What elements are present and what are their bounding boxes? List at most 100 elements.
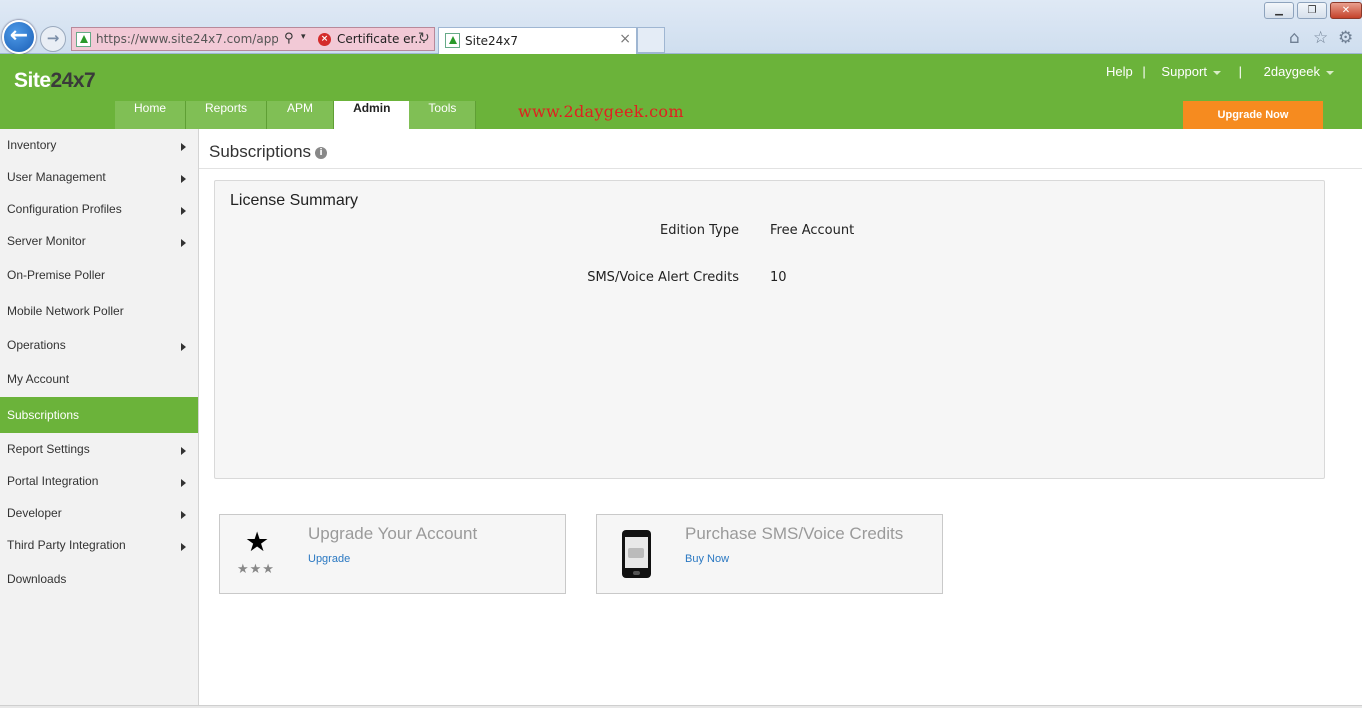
sidebar-item-my-account[interactable]: My Account [0, 372, 198, 386]
sidebar-item-label: Downloads [7, 572, 67, 586]
help-link[interactable]: Help [1106, 64, 1133, 79]
sidebar-item-label: My Account [7, 372, 70, 386]
chevron-right-icon [181, 343, 186, 351]
chevron-right-icon [181, 239, 186, 247]
page-title: Subscriptions i [209, 142, 328, 162]
sidebar-item-downloads[interactable]: Downloads [0, 572, 198, 586]
upgrade-account-card: ★ ★★★ Upgrade Your Account Upgrade [219, 514, 566, 594]
tab-title: Site24x7 [465, 34, 519, 48]
sidebar-item-user-management[interactable]: User Management [0, 170, 198, 184]
sidebar-item-label: Developer [7, 506, 62, 520]
minimize-button[interactable]: ▁ [1264, 2, 1294, 19]
upgrade-account-title: Upgrade Your Account [308, 524, 478, 543]
sidebar-item-label: Operations [7, 338, 66, 352]
logo-number: 24x7 [50, 69, 96, 92]
upgrade-link[interactable]: Upgrade [308, 553, 350, 565]
sidebar: Inventory User Management Configuration … [0, 129, 199, 705]
upgrade-now-button[interactable]: Upgrade Now [1183, 101, 1323, 129]
tab-admin[interactable]: Admin [334, 101, 410, 129]
license-summary-panel: License Summary Edition Type Free Accoun… [214, 180, 1325, 479]
tab-home[interactable]: Home [115, 101, 187, 129]
buy-now-link[interactable]: Buy Now [685, 553, 729, 565]
chevron-right-icon [181, 207, 186, 215]
sidebar-item-third-party-integration[interactable]: Third Party Integration [0, 538, 198, 552]
chevron-down-icon [1212, 70, 1221, 75]
tab-close-icon[interactable]: × [619, 31, 631, 47]
browser-tab[interactable]: Site24x7 × [438, 27, 637, 54]
tools-gear-icon[interactable]: ⚙ [1338, 28, 1353, 48]
back-button[interactable]: ← [2, 20, 36, 54]
sms-credits-label: SMS/Voice Alert Credits [587, 270, 739, 285]
sidebar-item-label: On-Premise Poller [7, 268, 106, 282]
star-icon: ★ [245, 527, 270, 558]
separator: | [1142, 64, 1146, 79]
support-label: Support [1161, 64, 1207, 79]
support-menu[interactable]: Support [1155, 64, 1221, 79]
certificate-error-icon: × [318, 33, 331, 46]
edition-type-label: Edition Type [660, 223, 739, 238]
sidebar-item-label: Subscriptions [7, 408, 80, 422]
chevron-right-icon [181, 479, 186, 487]
purchase-credits-title: Purchase SMS/Voice Credits [685, 524, 904, 543]
sms-credits-value: 10 [770, 270, 787, 285]
home-icon[interactable]: ⌂ [1289, 28, 1300, 48]
user-name: 2daygeek [1263, 64, 1320, 79]
new-tab-button[interactable] [637, 27, 665, 53]
chevron-right-icon [181, 175, 186, 183]
search-icon[interactable]: ⚲ [284, 31, 294, 46]
license-summary-heading: License Summary [230, 192, 359, 209]
sidebar-item-label: Configuration Profiles [7, 202, 122, 216]
tab-reports[interactable]: Reports [186, 101, 268, 129]
sidebar-item-subscriptions[interactable]: Subscriptions [0, 397, 198, 433]
sidebar-item-mobile-network-poller[interactable]: Mobile Network Poller [0, 304, 198, 318]
browser-chrome: ← → https://www.site24x7.com/app/ad ⚲ ▾ … [0, 0, 1362, 54]
chevron-down-icon [1326, 70, 1334, 75]
app-header: Site24x7 Help | Support | 2daygeek Home … [0, 54, 1362, 129]
sidebar-item-label: Mobile Network Poller [7, 304, 124, 318]
sidebar-item-operations[interactable]: Operations [0, 338, 198, 352]
sidebar-item-label: Inventory [7, 138, 57, 152]
favorites-icon[interactable]: ☆ [1313, 28, 1328, 48]
sidebar-item-inventory[interactable]: Inventory [0, 138, 198, 152]
separator: | [1238, 64, 1242, 79]
page-title-text: Subscriptions [209, 142, 312, 161]
tab-tools[interactable]: Tools [409, 101, 477, 129]
site24x7-logo[interactable]: Site24x7 [14, 69, 96, 93]
sidebar-item-developer[interactable]: Developer [0, 506, 198, 520]
site-favicon-icon [76, 32, 91, 47]
phone-icon [622, 530, 651, 578]
sidebar-item-label: Report Settings [7, 442, 90, 456]
sidebar-item-label: Portal Integration [7, 474, 99, 488]
tab-apm[interactable]: APM [267, 101, 335, 129]
tab-favicon-icon [445, 33, 460, 48]
top-links: Help | Support | 2daygeek [1100, 64, 1334, 79]
restore-button[interactable]: ❐ [1297, 2, 1327, 19]
sidebar-item-configuration-profiles[interactable]: Configuration Profiles [0, 202, 198, 216]
info-icon[interactable]: i [315, 146, 328, 159]
sidebar-item-on-premise-poller[interactable]: On-Premise Poller [0, 268, 198, 282]
edition-type-value: Free Account [770, 223, 855, 238]
forward-button[interactable]: → [40, 26, 66, 52]
chevron-right-icon [181, 143, 186, 151]
logo-text: Site [14, 69, 51, 92]
chevron-right-icon [181, 511, 186, 519]
sidebar-item-label: User Management [7, 170, 106, 184]
address-bar[interactable]: https://www.site24x7.com/app/ad ⚲ ▾ × Ce… [71, 27, 435, 51]
divider [199, 168, 1362, 169]
window-close-button[interactable]: ✕ [1330, 2, 1362, 19]
url-text[interactable]: https://www.site24x7.com/app/ad [96, 32, 278, 46]
refresh-icon[interactable]: ↻ [418, 30, 430, 46]
purchase-credits-card: Purchase SMS/Voice Credits Buy Now [596, 514, 943, 594]
sidebar-item-label: Server Monitor [7, 234, 86, 248]
sidebar-item-portal-integration[interactable]: Portal Integration [0, 474, 198, 488]
watermark-text: www.2daygeek.com [518, 102, 684, 121]
chevron-right-icon [181, 447, 186, 455]
sidebar-item-label: Third Party Integration [7, 538, 126, 552]
address-dropdown-icon[interactable]: ▾ [301, 32, 306, 42]
certificate-error-text[interactable]: Certificate er... [337, 32, 426, 46]
sidebar-item-report-settings[interactable]: Report Settings [0, 442, 198, 456]
chevron-right-icon [181, 543, 186, 551]
user-menu[interactable]: 2daygeek [1258, 64, 1334, 79]
sidebar-item-server-monitor[interactable]: Server Monitor [0, 234, 198, 248]
main-nav: Home Reports APM Admin Tools [115, 101, 477, 129]
